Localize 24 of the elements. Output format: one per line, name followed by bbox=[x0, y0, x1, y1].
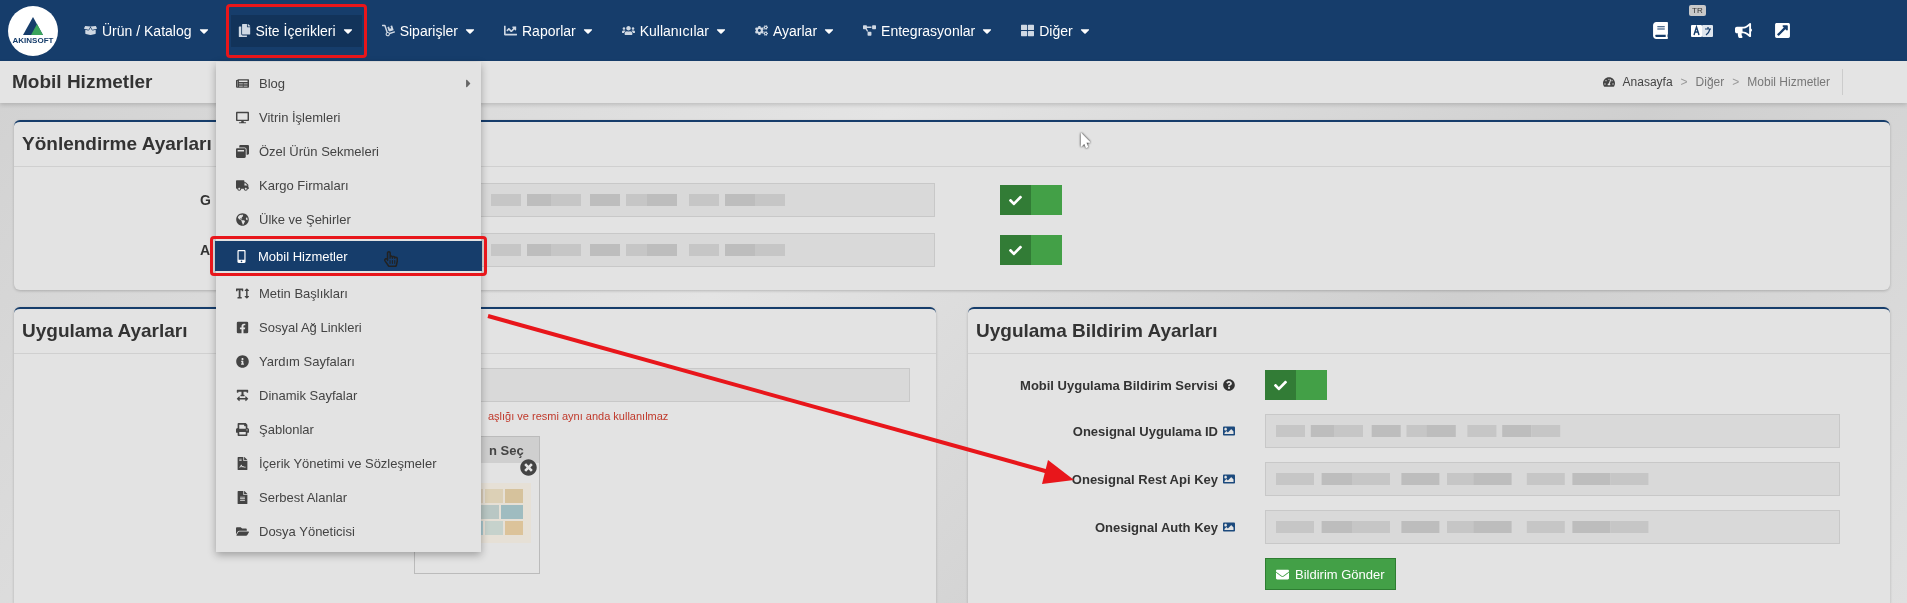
panel-title: Yönlendirme Ayarları bbox=[22, 133, 212, 155]
hint-text: aşlığı ve resmi aynı anda kullanılmaz bbox=[488, 410, 669, 422]
nav-label: Kullanıcılar bbox=[639, 22, 709, 39]
field-label: Onesignal Rest Api Key bbox=[1071, 471, 1218, 487]
nav-label: Siparişler bbox=[399, 22, 458, 39]
panel-title: Uygulama Ayarları bbox=[22, 320, 188, 342]
field-label: Mobil Uygulama Bildirim Servisi bbox=[1020, 377, 1218, 393]
nav-label: Entegrasyonlar bbox=[881, 22, 976, 39]
field-label: Onesignal Uygulama ID bbox=[1072, 423, 1218, 439]
nav-label: Ürün / Katalog bbox=[102, 22, 192, 39]
field-label: Onesignal Auth Key bbox=[1094, 519, 1218, 535]
panel-title: Uygulama Bildirim Ayarları bbox=[976, 320, 1218, 342]
page-title: Mobil Hizmetler bbox=[12, 71, 153, 93]
nav-label: Raporlar bbox=[522, 22, 576, 39]
nav-label: Diğer bbox=[1039, 22, 1073, 39]
picker-title: n Seç bbox=[489, 442, 524, 458]
field-label: G bbox=[200, 192, 211, 208]
language-badge: TR bbox=[1689, 4, 1706, 16]
breadcrumb-separator: > bbox=[1732, 75, 1740, 89]
logo-text: AKINSOFT bbox=[12, 36, 54, 45]
nav-label: Ayarlar bbox=[772, 22, 818, 39]
field-label: A bbox=[200, 242, 211, 258]
nav-label: Site İçerikleri bbox=[255, 22, 336, 39]
breadcrumb-separator: > bbox=[1680, 75, 1688, 89]
